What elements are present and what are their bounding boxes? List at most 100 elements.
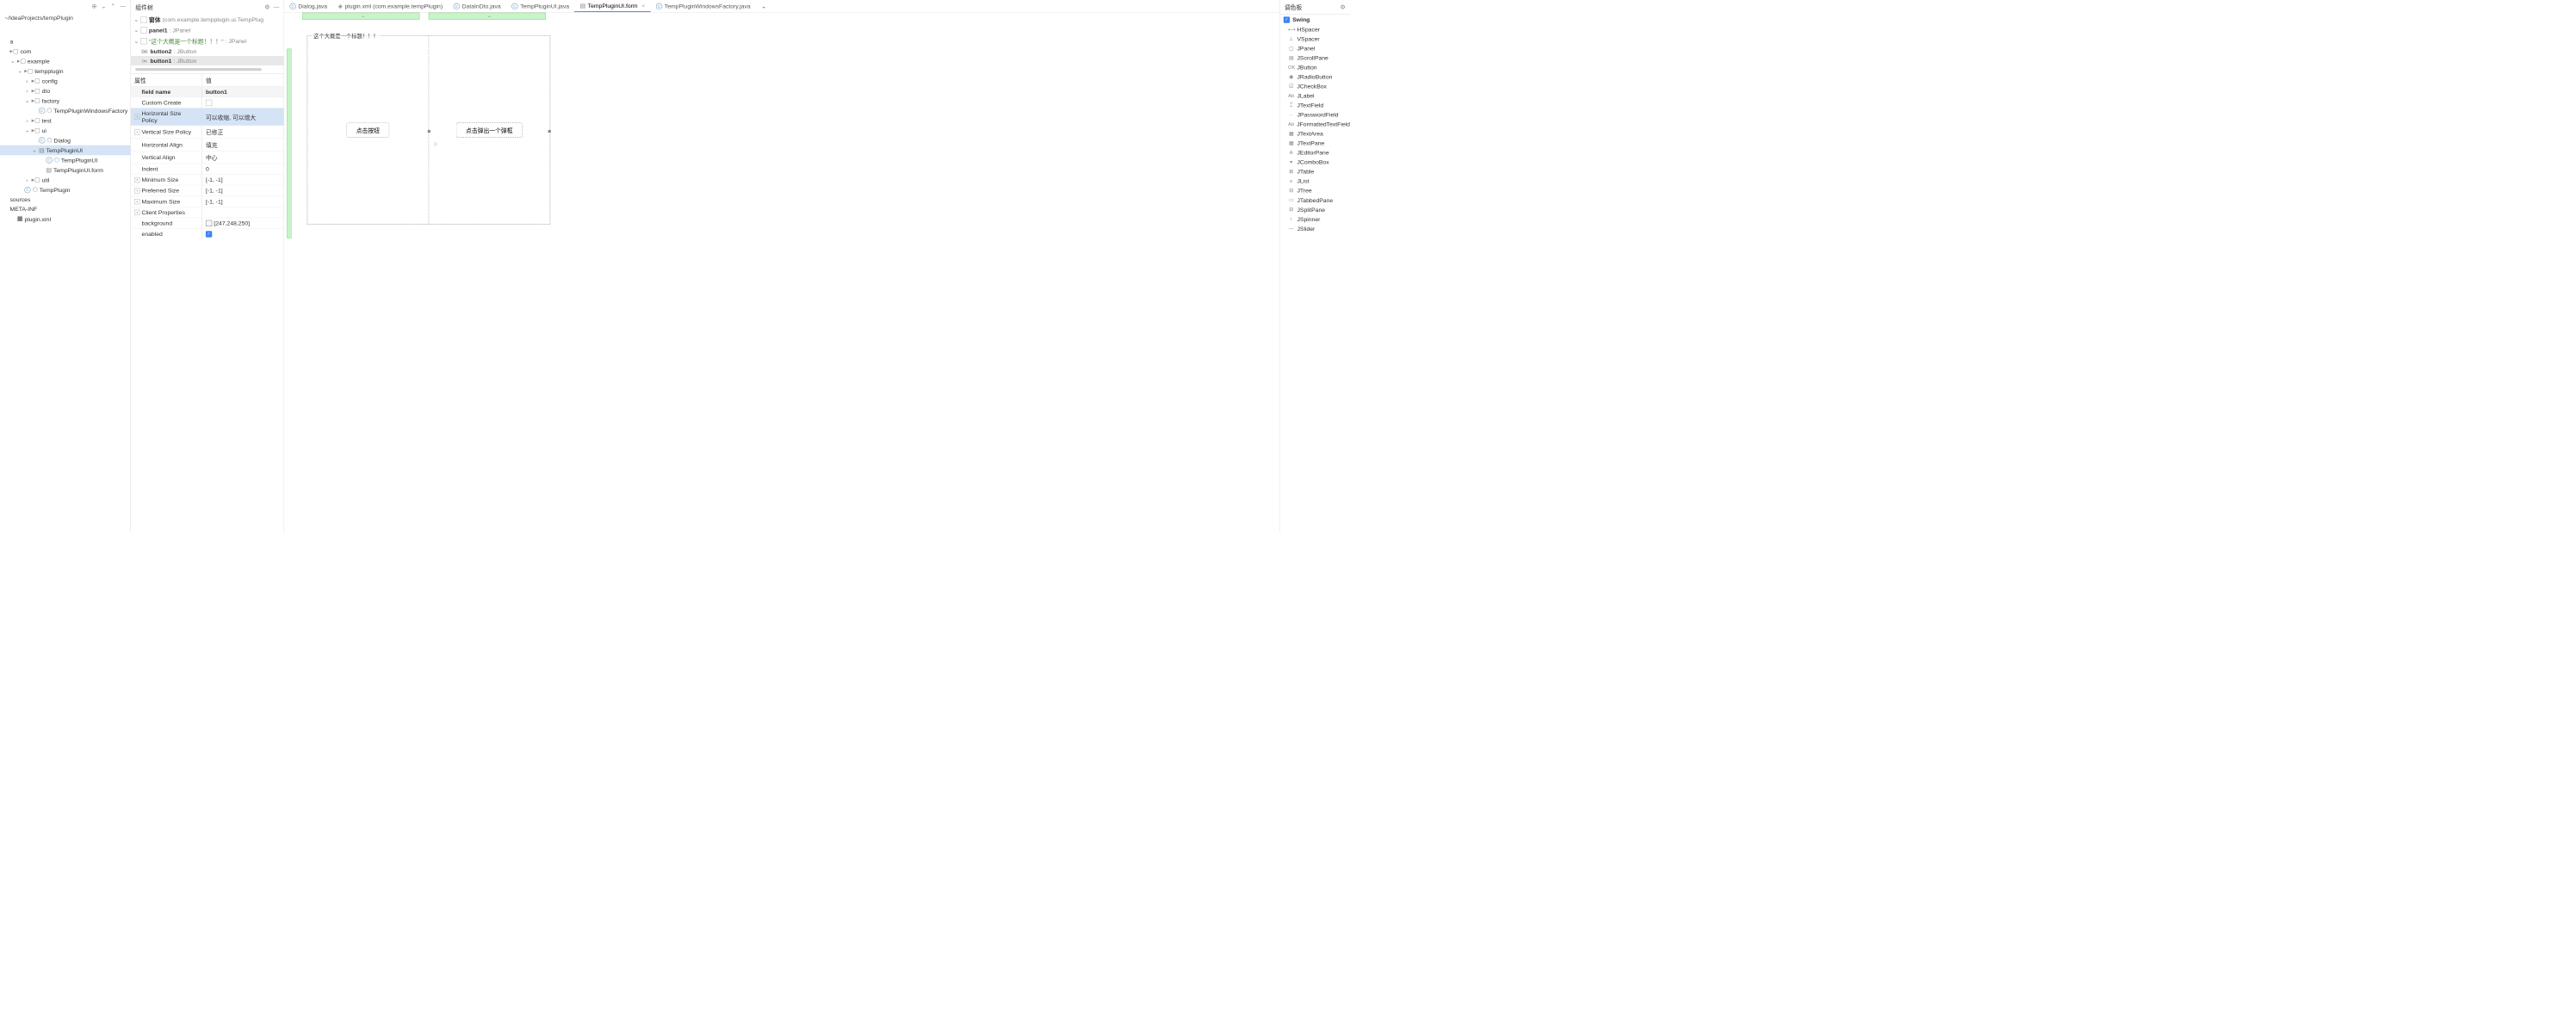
palette-group[interactable]: ✓ Swing bbox=[1280, 15, 1350, 25]
chevron-down-icon[interactable]: ⌄ bbox=[10, 58, 15, 65]
component-tree-item[interactable]: ⌄ "这个大概是一个标题！！！" : JPanel bbox=[131, 35, 284, 46]
palette-item[interactable]: ▤JScrollPane bbox=[1280, 53, 1350, 63]
editor-tab[interactable]: ▤TempPluginUI.form× bbox=[574, 0, 650, 12]
designer-canvas[interactable]: ↔ ↔ 这个大概是一个标题！！！ 点击按钮 点击弹出一个弹框 bbox=[284, 13, 1279, 533]
collapse-icon[interactable]: ⌃ bbox=[110, 3, 115, 9]
palette-item[interactable]: ▦JTextArea bbox=[1280, 129, 1350, 139]
tabs-more[interactable]: ⌄ bbox=[756, 0, 771, 12]
palette-item[interactable]: ⌶JTextField bbox=[1280, 101, 1350, 110]
property-row[interactable]: +Minimum Size[-1, -1] bbox=[131, 174, 284, 185]
expand-icon[interactable]: + bbox=[134, 129, 139, 134]
checkbox-checked-icon[interactable]: ✓ bbox=[206, 231, 212, 237]
drag-handle[interactable] bbox=[548, 130, 551, 133]
chevron-right-icon[interactable]: › bbox=[24, 77, 29, 84]
property-row[interactable]: +Preferred Size[-1, -1] bbox=[131, 185, 284, 196]
gear-icon[interactable]: ⚙ bbox=[1340, 3, 1345, 10]
palette-item[interactable]: ▭JTabbedPane bbox=[1280, 195, 1350, 205]
grid-cell[interactable]: 点击弹出一个弹框 ☺ bbox=[429, 35, 550, 224]
palette-item[interactable]: ⊟JTree bbox=[1280, 186, 1350, 195]
form-panel[interactable]: 这个大概是一个标题！！！ 点击按钮 点击弹出一个弹框 ☺ bbox=[307, 35, 550, 225]
chevron-down-icon[interactable]: ⌄ bbox=[32, 146, 37, 153]
property-row[interactable]: field namebutton1 bbox=[131, 86, 284, 97]
chevron-down-icon[interactable]: ⌄ bbox=[133, 16, 139, 23]
chevron-right-icon[interactable]: › bbox=[24, 87, 29, 94]
expand-icon[interactable]: ⌄ bbox=[101, 3, 106, 9]
palette-item[interactable]: ▾JComboBox bbox=[1280, 158, 1350, 167]
palette-item[interactable]: AJEditorPane bbox=[1280, 148, 1350, 158]
property-row[interactable]: Vertical Align中心 bbox=[131, 151, 284, 164]
project-tree-item[interactable]: ›▸▢dto bbox=[0, 86, 130, 96]
expand-icon[interactable]: + bbox=[134, 209, 139, 214]
chevron-down-icon[interactable]: ⌄ bbox=[24, 127, 29, 133]
component-tree-item[interactable]: ⌄ 窗体 (com.example.tempplugin.ui.TempPlug bbox=[131, 14, 284, 25]
palette-item[interactable]: ☑JCheckBox bbox=[1280, 82, 1350, 91]
drag-handle[interactable] bbox=[428, 130, 430, 133]
chevron-down-icon[interactable]: ⌄ bbox=[17, 67, 22, 74]
palette-item[interactable]: ⊞JTable bbox=[1280, 167, 1350, 177]
property-row[interactable]: background [247,248,250] bbox=[131, 218, 284, 229]
project-tree-item[interactable]: C ⬡Dialog bbox=[0, 135, 130, 146]
chevron-down-icon[interactable]: ⌄ bbox=[24, 97, 29, 104]
palette-item[interactable]: ··JPasswordField bbox=[1280, 110, 1350, 120]
palette-item[interactable]: OKJButton bbox=[1280, 63, 1350, 72]
editor-tab[interactable]: CTempPluginWindowsFactory.java bbox=[651, 0, 756, 12]
gear-icon[interactable]: ⚙ bbox=[264, 3, 269, 10]
project-tree-item[interactable]: ⌄▸▢ui bbox=[0, 126, 130, 136]
property-row[interactable]: Horizontal Align填充 bbox=[131, 138, 284, 151]
project-tree-item[interactable]: ⌄▤TempPluginUI bbox=[0, 146, 130, 156]
palette-item[interactable]: AbJFormattedTextField bbox=[1280, 120, 1350, 129]
component-tree-item[interactable]: ⌄ panel1 : JPanel bbox=[131, 25, 284, 35]
scrollbar[interactable] bbox=[135, 68, 262, 71]
project-tree-item[interactable]: C ⬡TempPluginUI bbox=[0, 155, 130, 165]
editor-tab[interactable]: ◈plugin.xml (com.example.tempPlugin) bbox=[332, 0, 448, 12]
chevron-down-icon[interactable]: ⌄ bbox=[133, 27, 139, 34]
expand-icon[interactable]: + bbox=[134, 188, 139, 193]
palette-item[interactable]: AbJLabel bbox=[1280, 91, 1350, 101]
project-tree-item[interactable]: ⌄▸▢factory bbox=[0, 96, 130, 106]
property-row[interactable]: +Vertical Size Policy已修正 bbox=[131, 126, 284, 139]
grid-cell[interactable]: 点击按钮 bbox=[307, 35, 429, 224]
project-tree-item[interactable]: META-INF bbox=[0, 204, 130, 214]
project-tree-item[interactable]: C ⬡TempPluginWindowsFactory bbox=[0, 106, 130, 116]
component-tree-item[interactable]: OK button1 : JButton bbox=[131, 56, 284, 65]
project-tree-item[interactable]: ›▸▢config bbox=[0, 76, 130, 86]
color-swatch[interactable] bbox=[206, 220, 212, 226]
project-tree-item[interactable]: sources bbox=[0, 195, 130, 204]
component-tree-item[interactable]: OK button2 : JButton bbox=[131, 46, 284, 56]
property-row[interactable]: enabled✓ bbox=[131, 228, 284, 239]
target-icon[interactable]: ⊕ bbox=[92, 3, 97, 9]
palette-item[interactable]: ↕JSpinner bbox=[1280, 214, 1350, 224]
button1-preview[interactable]: 点击弹出一个弹框 bbox=[456, 122, 523, 137]
palette-item[interactable]: ◉JRadioButton bbox=[1280, 72, 1350, 82]
project-tree-item[interactable]: ⌄▸▢tempplugin bbox=[0, 66, 130, 77]
palette-item[interactable]: ▦JTextPane bbox=[1280, 139, 1350, 148]
project-tree-item[interactable]: ▸▢com bbox=[0, 46, 130, 56]
property-row[interactable]: +Horizontal Size Policy可以收缩, 可以增大 bbox=[131, 108, 284, 125]
checkbox-empty-icon[interactable] bbox=[206, 100, 212, 106]
palette-item[interactable]: ⊟JSplitPane bbox=[1280, 205, 1350, 214]
palette-item[interactable]: ⊥VSpacer bbox=[1280, 34, 1350, 44]
close-icon[interactable]: × bbox=[641, 3, 645, 9]
palette-item[interactable]: ⟷HSpacer bbox=[1280, 25, 1350, 34]
editor-tab[interactable]: CDialog.java bbox=[284, 0, 332, 12]
palette-item[interactable]: —JSlider bbox=[1280, 224, 1350, 233]
property-row[interactable]: +Client Properties bbox=[131, 207, 284, 218]
project-tree-item[interactable]: a bbox=[0, 36, 130, 46]
editor-tab[interactable]: CDataInDto.java bbox=[448, 0, 506, 12]
palette-item[interactable]: ≡JList bbox=[1280, 177, 1350, 186]
chevron-right-icon[interactable]: › bbox=[24, 177, 29, 183]
button2-preview[interactable]: 点击按钮 bbox=[347, 122, 389, 137]
project-tree-item[interactable]: ›▸▢test bbox=[0, 115, 130, 126]
project-tree-item[interactable]: ⌄▸▢example bbox=[0, 56, 130, 66]
project-tree-item[interactable]: ▦plugin.xml bbox=[0, 214, 130, 224]
expand-icon[interactable]: + bbox=[134, 199, 139, 204]
palette-item[interactable]: ▢JPanel bbox=[1280, 44, 1350, 53]
editor-tab[interactable]: CTempPluginUI.java bbox=[506, 0, 574, 12]
chevron-down-icon[interactable]: ⌄ bbox=[133, 37, 139, 44]
minimize-icon[interactable]: — bbox=[274, 3, 280, 10]
property-row[interactable]: +Maximum Size[-1, -1] bbox=[131, 195, 284, 207]
hide-icon[interactable]: — bbox=[120, 3, 126, 9]
project-tree-item[interactable]: ▤TempPluginUI.form bbox=[0, 165, 130, 176]
expand-icon[interactable]: + bbox=[134, 177, 139, 183]
property-row[interactable]: Indent0 bbox=[131, 164, 284, 175]
